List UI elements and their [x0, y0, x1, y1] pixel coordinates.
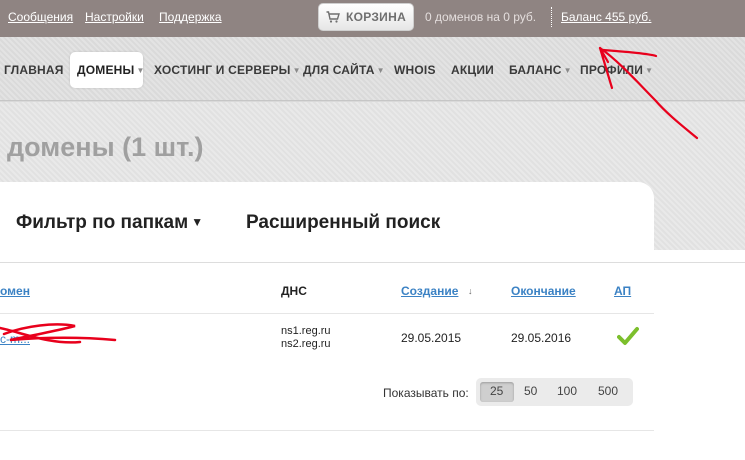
page-size-50[interactable]: 50: [524, 384, 537, 398]
chevron-down-icon: ▼: [563, 66, 572, 75]
nav-item-for-site[interactable]: ДЛЯ САЙТА ▼: [303, 63, 385, 77]
nav-item-label: ГЛАВНАЯ: [4, 63, 64, 77]
cart-icon: [326, 11, 340, 23]
expires-date: 29.05.2016: [511, 331, 572, 345]
chevron-down-icon: ▼: [292, 66, 301, 75]
divider: [0, 430, 654, 431]
page-size-25[interactable]: 25: [490, 384, 503, 398]
folder-filter-dropdown[interactable]: Фильтр по папкам ▼: [16, 212, 203, 234]
nav-item-label: WHOIS: [394, 63, 436, 77]
balance-separator: [551, 7, 552, 27]
checkmark-icon: [617, 327, 639, 345]
cart-summary: 0 доменов на 0 руб.: [425, 10, 537, 24]
column-autorenew-header[interactable]: АП: [614, 284, 631, 298]
messages-link[interactable]: Сообщения: [8, 10, 73, 24]
cart-button[interactable]: КОРЗИНА: [318, 3, 414, 31]
nav-item-label: АКЦИИ: [451, 63, 495, 77]
caret-down-icon: ▼: [191, 215, 204, 229]
nav-item-promos[interactable]: АКЦИИ: [451, 63, 494, 77]
nav-item-label: ХОСТИНГ И СЕРВЕРЫ: [154, 63, 291, 77]
created-date: 29.05.2015: [401, 331, 462, 345]
chevron-down-icon: ▼: [645, 66, 654, 75]
page-title: домены (1 шт.): [7, 132, 204, 162]
nav-item-label: ПРОФИЛИ: [580, 63, 644, 77]
folder-filter-label: Фильтр по папкам: [16, 212, 189, 233]
column-domain-header[interactable]: омен: [0, 284, 30, 298]
main-nav: ГЛАВНАЯ ДОМЕНЫ ▼ ХОСТИНГ И СЕРВЕРЫ ▼ ДЛЯ С…: [0, 37, 745, 101]
domain-link[interactable]: cc-m...: [0, 332, 30, 346]
column-expires-header[interactable]: Окончание: [511, 284, 576, 298]
nav-item-balance[interactable]: БАЛАНС ▼: [509, 63, 572, 77]
column-created-header[interactable]: Создание: [401, 284, 458, 298]
nav-item-hosting[interactable]: ХОСТИНГ И СЕРВЕРЫ ▼: [154, 63, 301, 77]
nav-item-whois[interactable]: WHOIS: [394, 63, 436, 77]
settings-link[interactable]: Настройки: [85, 10, 144, 24]
divider: [0, 262, 745, 263]
nav-item-label: БАЛАНС: [509, 63, 562, 77]
pager-label: Показывать по:: [383, 386, 469, 400]
cart-label: КОРЗИНА: [345, 10, 407, 24]
nav-item-domains[interactable]: ДОМЕНЫ ▼: [77, 63, 145, 77]
chevron-down-icon: ▼: [136, 66, 145, 75]
dns-server: ns1.reg.ru: [281, 325, 331, 337]
nav-item-label: ДОМЕНЫ: [77, 63, 135, 77]
sort-arrow-icon[interactable]: ↓: [468, 286, 473, 296]
row-divider: [0, 313, 654, 314]
right-panel: [654, 250, 745, 460]
dns-server: ns2.reg.ru: [281, 338, 331, 350]
nav-item-label: ДЛЯ САЙТА: [303, 63, 375, 77]
advanced-search-link[interactable]: Расширенный поиск: [246, 212, 440, 234]
support-link[interactable]: Поддержка: [159, 10, 222, 24]
nav-item-profiles[interactable]: ПРОФИЛИ ▼: [580, 63, 653, 77]
chevron-down-icon: ▼: [376, 66, 385, 75]
column-dns-header: ДНС: [281, 284, 307, 298]
page-size-100[interactable]: 100: [557, 384, 577, 398]
page-size-500[interactable]: 500: [598, 384, 618, 398]
nav-item-home[interactable]: ГЛАВНАЯ: [4, 63, 64, 77]
balance-link[interactable]: Баланс 455 руб.: [561, 10, 651, 24]
